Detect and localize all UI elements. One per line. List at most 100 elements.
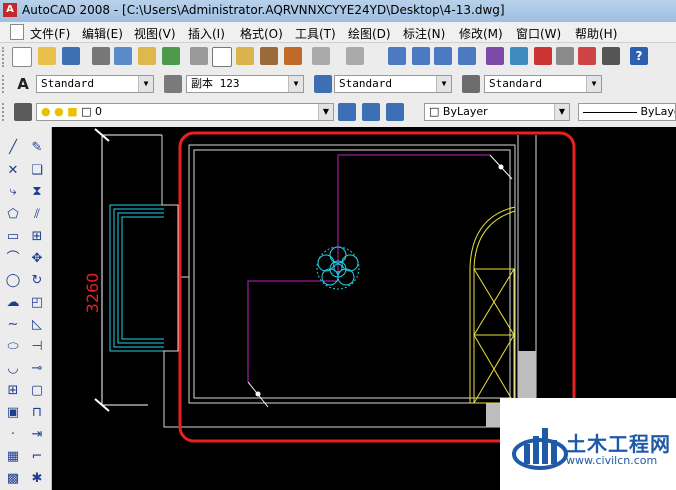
- menu-modify[interactable]: 修改(M): [459, 25, 503, 42]
- layer-combo[interactable]: ● ● ■ □ 0 ▼: [36, 103, 334, 121]
- menu-edit[interactable]: 编辑(E): [82, 25, 123, 42]
- array-icon[interactable]: ⊞: [28, 228, 46, 246]
- point-icon[interactable]: ·: [4, 426, 22, 444]
- dimension-style-combo[interactable]: 副本 123 ▼: [186, 75, 304, 93]
- hatch-icon[interactable]: ▦: [4, 448, 22, 466]
- layer-state-icon[interactable]: [386, 103, 404, 121]
- save-icon[interactable]: [62, 47, 80, 65]
- plot-preview-icon[interactable]: [114, 47, 132, 65]
- menu-format[interactable]: 格式(O): [240, 25, 283, 42]
- properties-icon[interactable]: [486, 47, 504, 65]
- toolbar-grip[interactable]: [2, 75, 8, 93]
- paste-icon[interactable]: [236, 47, 254, 65]
- print-icon[interactable]: [92, 47, 110, 65]
- help-icon[interactable]: ?: [630, 47, 648, 65]
- break-icon[interactable]: ▢: [28, 382, 46, 400]
- line-icon[interactable]: ╱: [4, 139, 22, 157]
- color-combo[interactable]: □ ByLayer ▼: [424, 103, 570, 121]
- mirror-icon[interactable]: ⧗: [28, 183, 46, 201]
- chevron-down-icon[interactable]: ▼: [138, 76, 153, 92]
- undo-icon[interactable]: [312, 47, 330, 65]
- chevron-down-icon[interactable]: ▼: [318, 104, 333, 120]
- join-icon[interactable]: ⊓: [28, 404, 46, 422]
- circle-icon[interactable]: ◯: [4, 272, 22, 290]
- dimension-style-icon[interactable]: [164, 75, 182, 93]
- multileader-style-combo[interactable]: Standard ▼: [484, 75, 602, 93]
- copy-icon[interactable]: [212, 47, 232, 67]
- polyline-icon[interactable]: ⤷: [4, 183, 22, 201]
- revision-cloud-icon[interactable]: ☁: [4, 294, 22, 312]
- chevron-down-icon[interactable]: ▼: [288, 76, 303, 92]
- ellipse-icon[interactable]: ⬭: [4, 338, 22, 356]
- table-style-icon[interactable]: [314, 75, 332, 93]
- text-style-icon[interactable]: A: [14, 75, 32, 93]
- menu-dimension[interactable]: 标注(N): [403, 25, 445, 42]
- stretch-icon[interactable]: ◺: [28, 316, 46, 334]
- layer-manager-icon[interactable]: [14, 103, 32, 121]
- make-block-icon[interactable]: ▣: [4, 404, 22, 422]
- chevron-down-icon[interactable]: ▼: [436, 76, 451, 92]
- layer-previous-icon[interactable]: [362, 103, 380, 121]
- explode-icon[interactable]: ✱: [28, 470, 46, 488]
- make-current-layer-icon[interactable]: [338, 103, 356, 121]
- arc-icon[interactable]: ⌒: [4, 250, 22, 268]
- zoom-realtime-icon[interactable]: [412, 47, 430, 65]
- text-style-combo[interactable]: Standard ▼: [36, 75, 154, 93]
- zoom-previous-icon[interactable]: [458, 47, 476, 65]
- block-editor-icon[interactable]: [284, 47, 302, 65]
- sheet-set-icon[interactable]: [556, 47, 574, 65]
- chevron-down-icon[interactable]: ▼: [586, 76, 601, 92]
- cut-icon[interactable]: [190, 47, 208, 65]
- watermark-logo-icon: [512, 428, 568, 470]
- spline-icon[interactable]: ∼: [4, 316, 22, 334]
- match-properties-icon[interactable]: [260, 47, 278, 65]
- multileader-style-value: Standard: [489, 77, 542, 90]
- calculator-icon[interactable]: [602, 47, 620, 65]
- rotate-icon[interactable]: ↻: [28, 272, 46, 290]
- offset-icon[interactable]: ⫽: [28, 206, 46, 224]
- open-icon[interactable]: [38, 47, 56, 65]
- trim-icon[interactable]: ⊣: [28, 338, 46, 356]
- menu-draw[interactable]: 绘图(D): [348, 25, 391, 42]
- copy-object-icon[interactable]: ❏: [28, 162, 46, 180]
- chamfer-icon[interactable]: ⇥: [28, 426, 46, 444]
- menu-view[interactable]: 视图(V): [134, 25, 176, 42]
- menu-file[interactable]: 文件(F): [30, 25, 70, 42]
- gradient-icon[interactable]: ▩: [4, 470, 22, 488]
- new-icon[interactable]: [12, 47, 32, 67]
- insert-block-icon[interactable]: ⊞: [4, 382, 22, 400]
- move-icon[interactable]: ✥: [28, 250, 46, 268]
- linetype-combo[interactable]: ByLayer: [578, 103, 676, 121]
- chevron-down-icon[interactable]: ▼: [554, 104, 569, 120]
- markup-icon[interactable]: [578, 47, 596, 65]
- scale-icon[interactable]: ◰: [28, 294, 46, 312]
- sun-icon: ●: [54, 105, 64, 118]
- zoom-window-icon[interactable]: [434, 47, 452, 65]
- menu-insert[interactable]: 插入(I): [188, 25, 225, 42]
- watermark-url: www.civilcn.com: [566, 454, 658, 467]
- redo-icon[interactable]: [346, 47, 364, 65]
- multileader-style-icon[interactable]: [462, 75, 480, 93]
- lock-icon: ■: [67, 105, 78, 118]
- 3d-dwf-icon[interactable]: [162, 47, 180, 65]
- table-style-combo[interactable]: Standard ▼: [334, 75, 452, 93]
- ellipse-arc-icon[interactable]: ◡: [4, 360, 22, 378]
- tool-palettes-icon[interactable]: [534, 47, 552, 65]
- linetype-value: ByLayer: [640, 105, 676, 118]
- menu-help[interactable]: 帮助(H): [575, 25, 617, 42]
- table-style-value: Standard: [339, 77, 392, 90]
- document-icon[interactable]: [10, 24, 24, 40]
- erase-icon[interactable]: ✎: [28, 139, 46, 157]
- pan-icon[interactable]: [388, 47, 406, 65]
- design-center-icon[interactable]: [510, 47, 528, 65]
- extend-icon[interactable]: ⊸: [28, 360, 46, 378]
- rectangle-icon[interactable]: ▭: [4, 228, 22, 246]
- polygon-icon[interactable]: ⬠: [4, 206, 22, 224]
- toolbar-grip[interactable]: [2, 103, 8, 121]
- menu-tools[interactable]: 工具(T): [295, 25, 336, 42]
- construction-line-icon[interactable]: ✕: [4, 162, 22, 180]
- menu-window[interactable]: 窗口(W): [516, 25, 561, 42]
- publish-icon[interactable]: [138, 47, 156, 65]
- fillet-icon[interactable]: ⌐: [28, 448, 46, 466]
- toolbar-grip[interactable]: [2, 47, 8, 67]
